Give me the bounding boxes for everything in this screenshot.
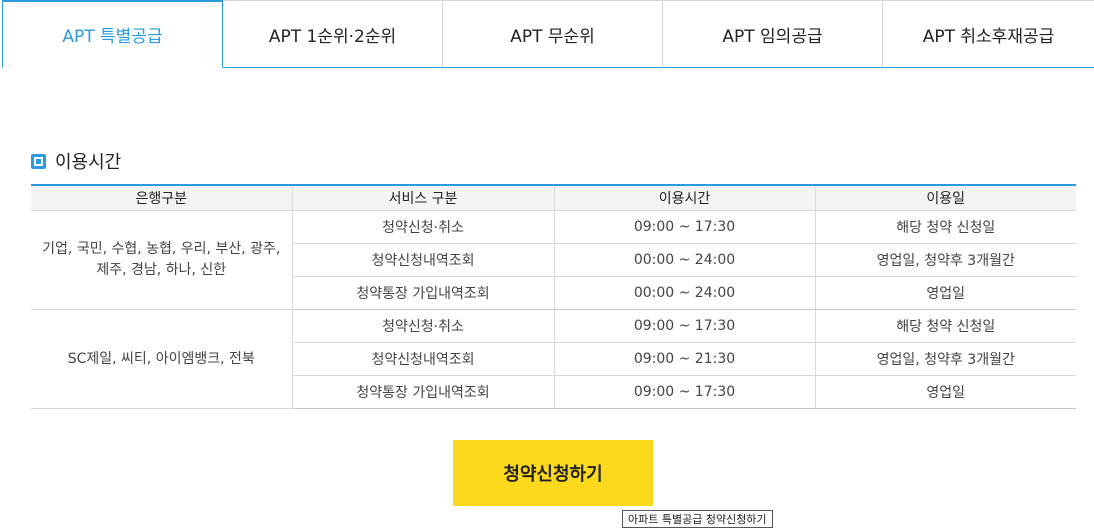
time-cell: 09:00 ~ 17:30 — [553, 375, 815, 409]
apply-button[interactable]: 청약신청하기 — [453, 440, 653, 506]
supply-type-tabs: APT 특별공급 APT 1순위·2순위 APT 무순위 APT 임의공급 AP… — [2, 0, 1094, 68]
service-cell: 청약신청·취소 — [291, 309, 554, 343]
square-bullet-icon — [31, 153, 46, 169]
table-row: 기업, 국민, 수협, 농협, 우리, 부산, 광주, 제주, 경남, 하나, … — [31, 210, 1076, 310]
days-cell: 해당 청약 신청일 — [814, 309, 1076, 343]
service-cell: 청약신청내역조회 — [291, 243, 554, 277]
section-title-text: 이용시간 — [55, 152, 122, 173]
tab-apt-no-rank[interactable]: APT 무순위 — [443, 0, 663, 68]
tab-apt-special-supply[interactable]: APT 특별공급 — [2, 0, 223, 68]
service-cell: 청약통장 가입내역조회 — [291, 375, 554, 409]
tab-apt-cancel-resupply[interactable]: APT 취소후재공급 — [883, 0, 1094, 68]
tab-apt-first-second-rank[interactable]: APT 1순위·2순위 — [223, 0, 443, 68]
table-row: SC제일, 씨티, 아이엠뱅크, 전북 청약신청·취소 09:00 ~ 17:3… — [31, 309, 1076, 409]
bank-group-cell: 기업, 국민, 수협, 농협, 우리, 부산, 광주, 제주, 경남, 하나, … — [31, 210, 292, 310]
header-time: 이용시간 — [553, 185, 815, 211]
tab-apt-arbitrary-supply[interactable]: APT 임의공급 — [663, 0, 883, 68]
service-cell: 청약신청내역조회 — [291, 342, 554, 376]
days-cell: 영업일 — [814, 276, 1076, 310]
usage-hours-table: 은행구분 서비스 구분 이용시간 이용일 기업, 국민, 수협, 농협, 우리,… — [31, 184, 1076, 409]
service-cell: 청약통장 가입내역조회 — [291, 276, 554, 310]
days-cell: 해당 청약 신청일 — [814, 210, 1076, 244]
days-cell: 영업일, 청약후 3개월간 — [814, 243, 1076, 277]
bank-group-cell: SC제일, 씨티, 아이엠뱅크, 전북 — [31, 309, 292, 409]
days-cell: 영업일 — [814, 375, 1076, 409]
time-cell: 09:00 ~ 21:30 — [553, 342, 815, 376]
section-title: 이용시간 — [31, 148, 121, 174]
page: APT 특별공급 APT 1순위·2순위 APT 무순위 APT 임의공급 AP… — [0, 0, 1094, 528]
time-cell: 00:00 ~ 24:00 — [553, 276, 815, 310]
service-cell: 청약신청·취소 — [291, 210, 554, 244]
table-header-row: 은행구분 서비스 구분 이용시간 이용일 — [31, 185, 1076, 211]
header-days: 이용일 — [814, 185, 1076, 211]
time-cell: 09:00 ~ 17:30 — [553, 210, 815, 244]
time-cell: 09:00 ~ 17:30 — [553, 309, 815, 343]
apply-button-tooltip: 아파트 특별공급 청약신청하기 — [622, 510, 773, 528]
usage-hours-table-wrap: 은행구분 서비스 구분 이용시간 이용일 기업, 국민, 수협, 농협, 우리,… — [31, 184, 1076, 409]
days-cell: 영업일, 청약후 3개월간 — [814, 342, 1076, 376]
header-service: 서비스 구분 — [291, 185, 554, 211]
header-bank: 은행구분 — [31, 185, 292, 211]
time-cell: 00:00 ~ 24:00 — [553, 243, 815, 277]
